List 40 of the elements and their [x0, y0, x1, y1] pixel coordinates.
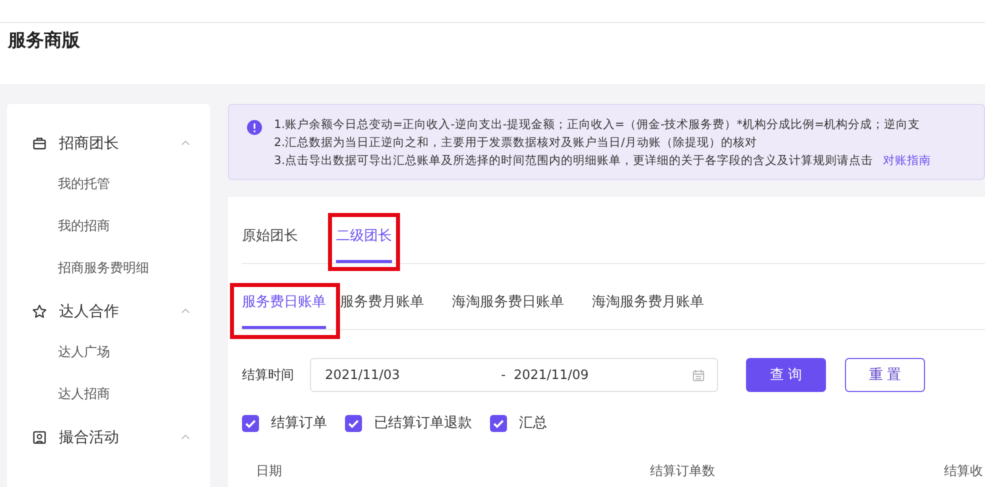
notice-text: 2.汇总数据为当日正逆向之和，主要用于发票数据核对及账户当日/月动账（除提现）的核对: [274, 135, 757, 149]
guide-link[interactable]: 对账指南: [882, 153, 931, 167]
query-button[interactable]: 查 询: [746, 358, 826, 392]
filter-label: 结算时间: [242, 367, 294, 384]
sidebar-item[interactable]: 我的招商: [7, 212, 210, 254]
reset-button[interactable]: 重 置: [845, 358, 925, 392]
notice-text: 3.点击导出数据可导出汇总账单及所选择的时间范围内的明细账单，更详细的关于各字段的含义及计算规则请点击: [274, 153, 873, 167]
sidebar-group[interactable]: 撮合活动: [7, 422, 210, 452]
briefcase-icon: [32, 136, 47, 150]
column-header: 结算收: [944, 463, 983, 480]
checkbox[interactable]: [242, 414, 259, 432]
bill-tab[interactable]: 海淘服务费日账单: [452, 293, 564, 329]
role-tab[interactable]: 原始团长: [242, 227, 298, 263]
date-range-field[interactable]: 2021/11/03 - 2021/11/09: [310, 358, 718, 392]
calendar-icon: [692, 368, 705, 382]
sidebar-item[interactable]: 招商服务费明细: [7, 254, 210, 296]
id-card-icon: [32, 430, 47, 444]
info-icon: [247, 120, 262, 135]
column-header: 日期: [256, 463, 283, 480]
role-tab[interactable]: 二级团长: [336, 227, 392, 263]
sidebar-item[interactable]: 我的托管: [7, 170, 210, 212]
column-header: 结算订单数: [650, 463, 716, 480]
star-icon: [32, 304, 47, 318]
notice-text: 1.账户余额今日总变动=正向收入-逆向支出-提现金额；正向收入=（佣金-技术服务费）*机构分成比例=机构分成；逆向支: [274, 117, 920, 131]
app-title: 服务商版: [8, 30, 80, 51]
chevron-icon: [181, 308, 190, 314]
checkbox-label: 已结算订单退款: [374, 414, 472, 432]
bill-tab[interactable]: 服务费月账单: [340, 293, 424, 329]
sidebar-item[interactable]: 达人广场: [7, 338, 210, 380]
sidebar-group[interactable]: 达人合作: [7, 296, 210, 326]
checkbox[interactable]: [345, 414, 362, 432]
checkbox-label: 结算订单: [271, 414, 327, 432]
sidebar-group[interactable]: 招商团长: [7, 128, 210, 158]
bill-tab[interactable]: 服务费日账单: [242, 293, 326, 329]
sidebar-item[interactable]: 达人招商: [7, 380, 210, 422]
checkbox-label: 汇总: [519, 414, 547, 432]
chevron-icon: [181, 140, 190, 146]
bill-tab[interactable]: 海淘服务费月账单: [592, 293, 704, 329]
chevron-icon: [181, 434, 190, 440]
checkbox[interactable]: [490, 414, 507, 432]
